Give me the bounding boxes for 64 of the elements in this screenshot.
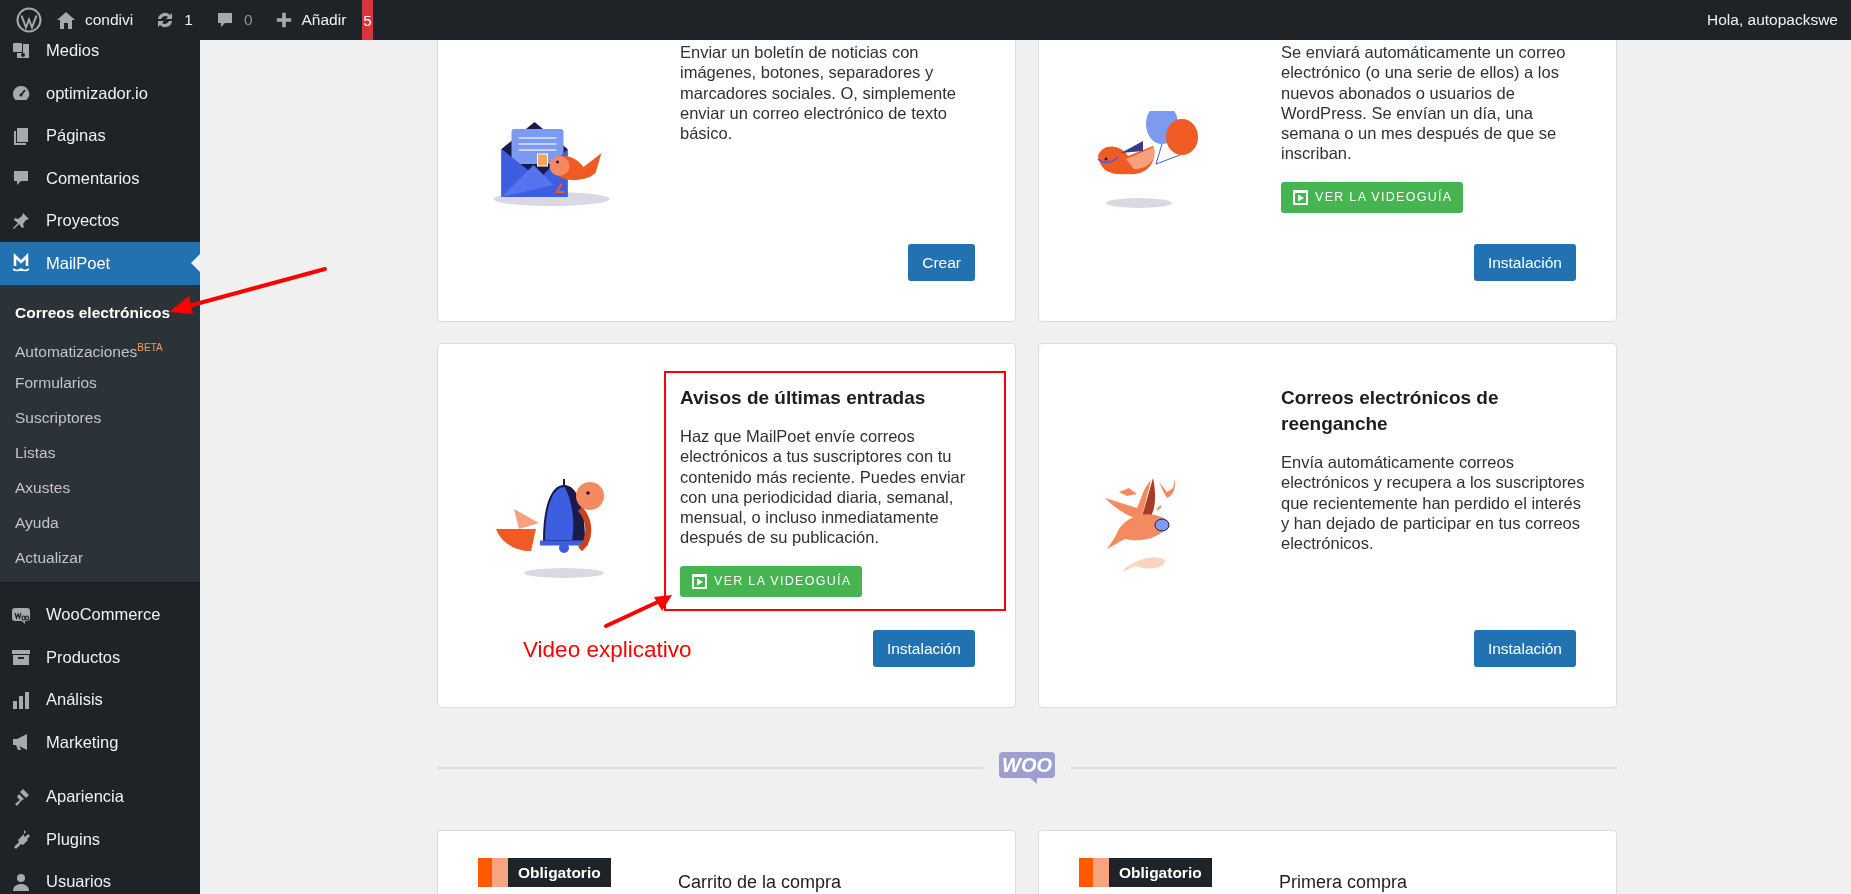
submenu-item[interactable]: Formularios [0, 364, 200, 400]
sidebar-item[interactable]: Comentarios [0, 157, 200, 200]
sidebar-item[interactable]: Páginas [0, 114, 200, 157]
site-link[interactable]: condivi [56, 10, 134, 30]
card-title: Carrito de la compra [678, 872, 843, 893]
sidebar-item[interactable]: WooCommerce [0, 593, 200, 636]
card-description: Haz que MailPoet envíe correos electrónicos a tus suscriptores con tu contenido más reciente. Puedes enviar con una periodicidad diaria, semanal, mensual, o incluso inmediatamente después de su publicación. [680, 426, 967, 548]
sidebar-item[interactable]: Productos [0, 636, 200, 679]
pages-icon [11, 125, 31, 146]
logo-icon[interactable] [16, 7, 42, 33]
add-new-link[interactable]: Añadir [274, 11, 347, 29]
sidebar-item[interactable]: Usuarios [0, 860, 200, 894]
action-button[interactable]: Instalación [1473, 244, 1576, 281]
stripe-mark [1079, 858, 1093, 887]
updates-link[interactable]: 1 [155, 10, 193, 30]
notification-badge[interactable]: 5 [362, 0, 373, 40]
sidebar-item[interactable]: Medios [0, 40, 200, 72]
image-icon [11, 41, 31, 61]
sidebar-item[interactable]: Marketing [0, 721, 200, 764]
submenu-item[interactable]: Correos electrónicos [0, 294, 200, 330]
card-title: Avisos de últimas entradas [680, 386, 927, 410]
stripe-mark [492, 858, 508, 887]
required-badge: Obligatorio [508, 858, 611, 887]
archive-box-icon [11, 647, 31, 668]
submenu-item[interactable]: Axustes [0, 469, 200, 505]
card-description: Envía automáticamente correos electrónicos y recupera a los suscriptores que recientemente han perdido el interés y han dejado de participar en tus correos electrónicos. [1281, 452, 1586, 554]
submenu-item[interactable]: Listas [0, 434, 200, 470]
sidebar-item[interactable]: optimizador.io [0, 72, 200, 115]
m-logo-icon [11, 253, 31, 274]
pin-icon [11, 210, 31, 231]
comments-link[interactable]: 0 [214, 10, 253, 30]
video-icon [1292, 188, 1309, 206]
action-button[interactable]: Instalación [1473, 630, 1576, 667]
current-page-pointer-icon [191, 254, 200, 273]
sidebar-item[interactable]: Proyectos [0, 199, 200, 242]
account-link[interactable]: Hola, autopackswe [1707, 11, 1838, 29]
sidebar-item[interactable]: MailPoet [0, 242, 200, 285]
action-button[interactable]: Instalación [872, 630, 975, 667]
sidebar-item[interactable]: Análisis [0, 678, 200, 721]
plus-icon [274, 11, 293, 29]
sidebar-item[interactable]: Plugins [0, 818, 200, 861]
submenu-item[interactable]: Actualizar [0, 539, 200, 575]
user-icon [11, 871, 31, 892]
video-icon [691, 572, 708, 590]
submenu-item[interactable]: Suscriptores [0, 399, 200, 435]
card-title: Primera compra [1279, 872, 1409, 893]
comment-count: 0 [243, 11, 253, 29]
annotation-label: Video explicativo [523, 637, 692, 663]
home-icon [56, 10, 76, 30]
submenu-item[interactable]: Automatizaciones$^{BETA}$ [0, 329, 200, 365]
bar-chart-icon [11, 689, 31, 710]
stripe-mark [1093, 858, 1109, 887]
action-button[interactable]: Crear [908, 244, 975, 281]
site-name: condivi [85, 11, 134, 29]
required-badge: Obligatorio [1109, 858, 1212, 887]
stripe-mark [478, 858, 492, 887]
update-count: 1 [184, 11, 193, 29]
add-new-label: Añadir [301, 11, 347, 29]
woo-logo: WOO [999, 752, 1055, 784]
submenu-item[interactable]: Ayuda [0, 504, 200, 540]
card-description: Enviar un boletín de noticias con imágenes, botones, separadores y marcadores sociales. O, simplemente enviar un correo electrónico de texto básico. [680, 42, 958, 144]
card-description: Se enviará automáticamente un correo electrónico (o una serie de ellos) a los nuevos abonados o usuarios de WordPress. Se envían un día, una semana o un mes después de que se inscriban. [1281, 42, 1567, 164]
sidebar-item[interactable]: Apariencia [0, 775, 200, 818]
card-title: Correos electrónicos de reenganche [1281, 386, 1500, 436]
